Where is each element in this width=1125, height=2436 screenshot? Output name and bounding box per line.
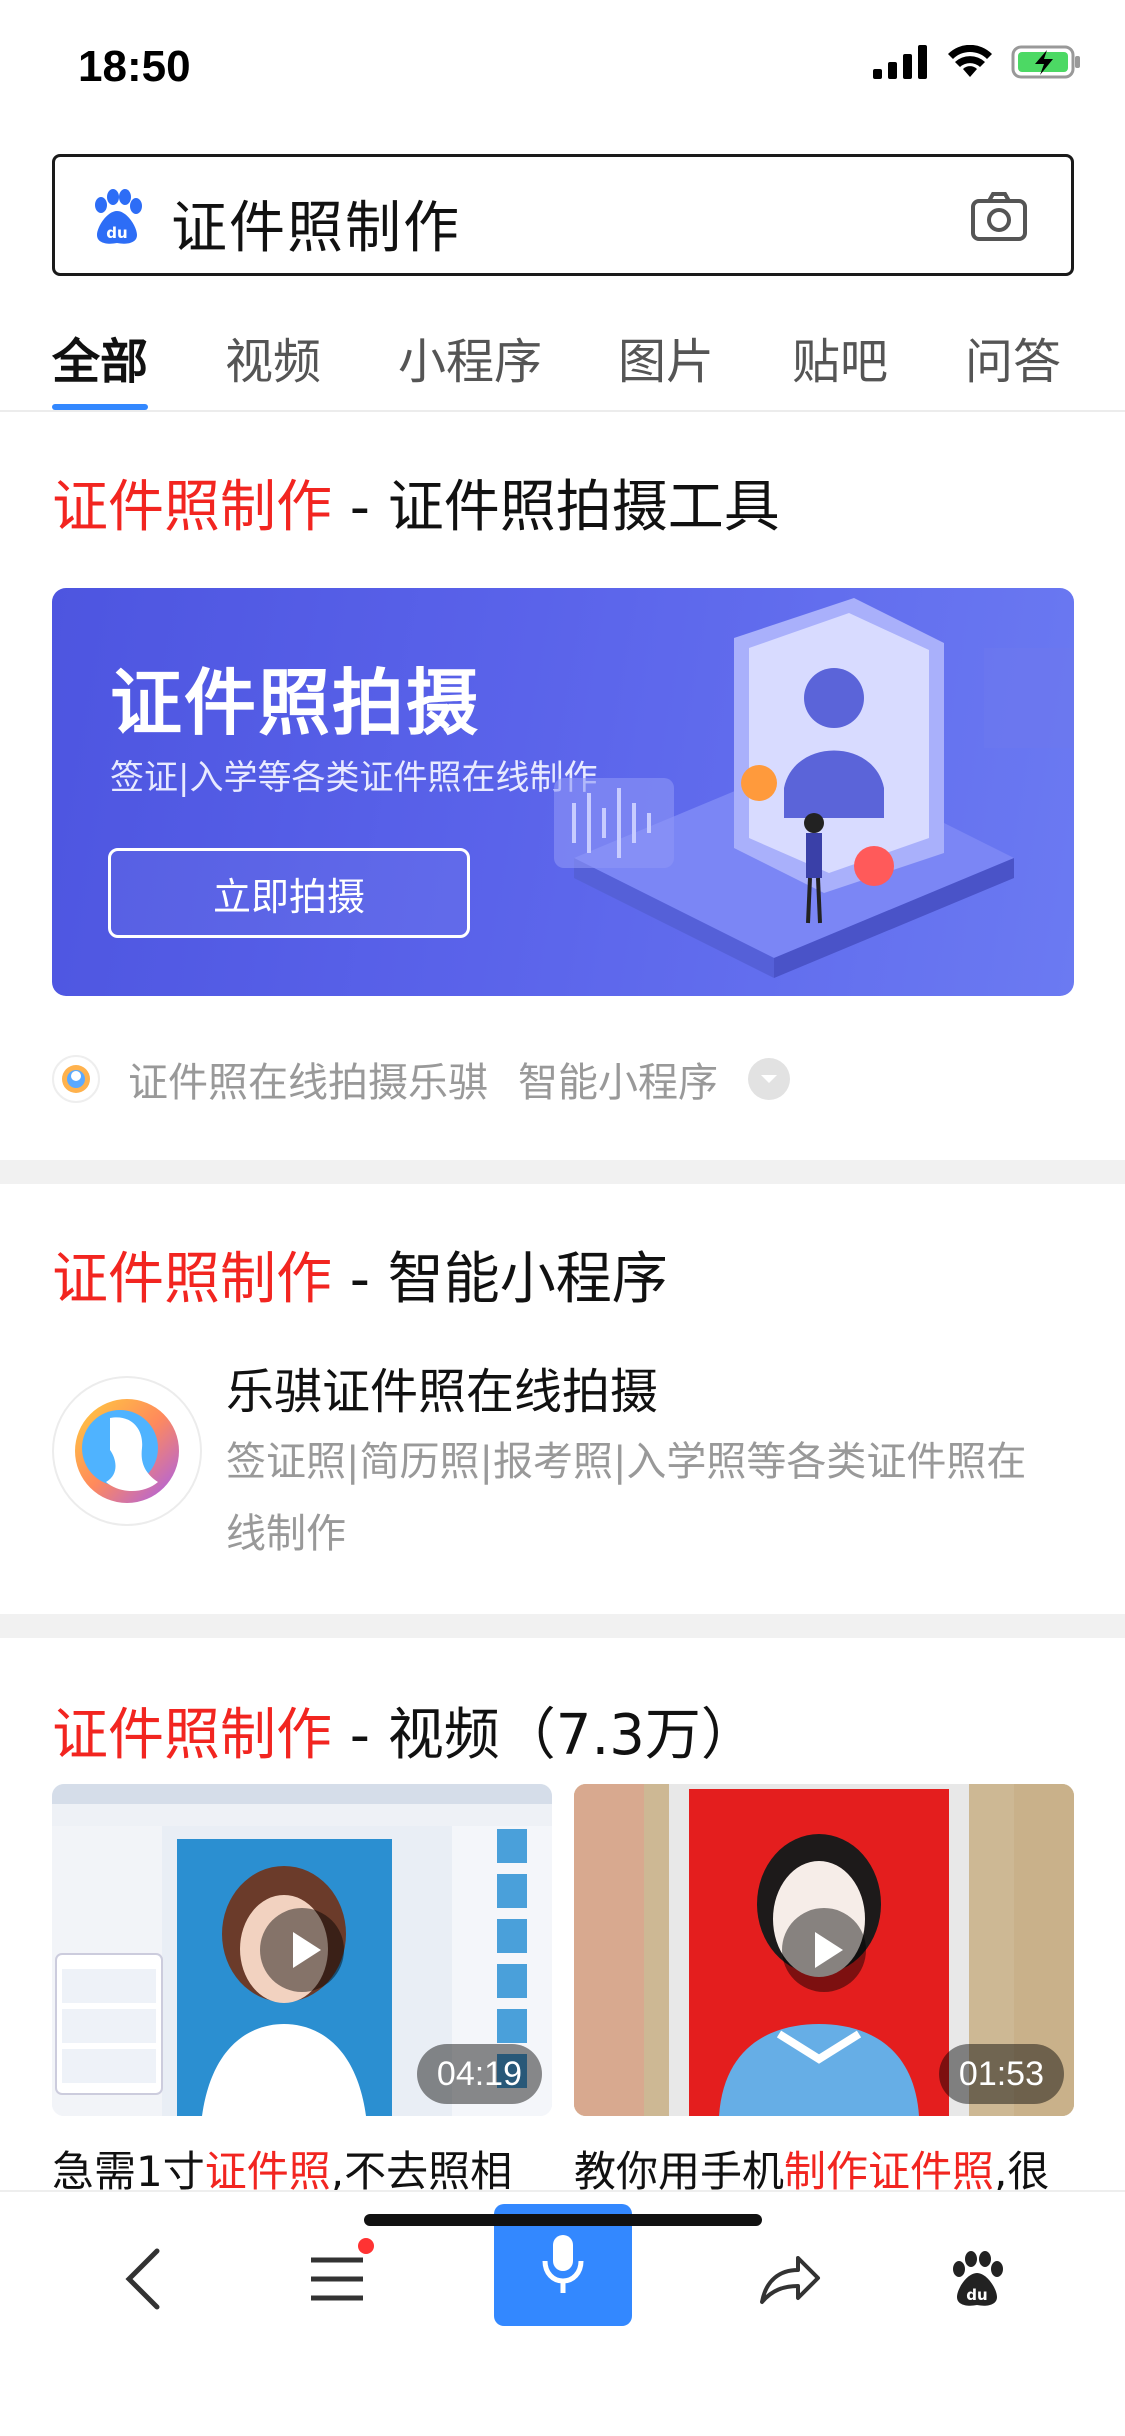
result-title-miniprogram[interactable]: 证件照制作 - 智能小程序 — [52, 1234, 668, 1315]
share-button[interactable] — [744, 2234, 834, 2324]
tab-video[interactable]: 视频 — [225, 322, 321, 392]
title-rest: - 视频（7.3万） — [332, 1703, 757, 1768]
title-highlight: 证件照制作 — [52, 1247, 332, 1312]
caption-text: 急需1寸 — [52, 2147, 205, 2196]
title-rest: - 智能小程序 — [332, 1247, 668, 1312]
tab-images[interactable]: 图片 — [618, 322, 714, 392]
caption-text: 教你用手机 — [574, 2147, 785, 2196]
caption-text: ,不去照相 — [330, 2147, 513, 2196]
camera-icon[interactable] — [969, 189, 1029, 245]
result-title-video[interactable]: 证件照制作 - 视频（7.3万） — [52, 1690, 757, 1771]
phone-illustration — [554, 598, 1074, 978]
title-highlight: 证件照制作 — [52, 475, 332, 540]
menu-icon — [311, 2257, 363, 2301]
search-tabs: 全部 视频 小程序 图片 贴吧 问答 — [0, 300, 1125, 412]
baidu-home-button[interactable]: du — [932, 2234, 1022, 2324]
miniprogram-logo-icon[interactable] — [52, 1376, 202, 1526]
tab-miniprogram[interactable]: 小程序 — [398, 322, 542, 392]
status-time: 18:50 — [78, 42, 191, 91]
promo-banner[interactable]: 证件照拍摄 签证|入学等各类证件照在线制作 立即拍摄 — [52, 588, 1074, 996]
back-arrow-icon — [125, 2248, 160, 2310]
source-name: 证件照在线拍摄乐骐 — [128, 1060, 488, 1106]
video-thumbnail-2[interactable]: 01:53 — [574, 1784, 1074, 2116]
title-highlight: 证件照制作 — [52, 1703, 332, 1768]
microphone-icon — [542, 2235, 584, 2293]
home-indicator[interactable] — [364, 2214, 762, 2226]
miniprogram-description: 签证照|简历照|报考照|入学照等各类证件照在线制作 — [226, 1439, 1027, 1557]
chevron-down-icon[interactable] — [748, 1058, 790, 1100]
share-icon — [760, 2256, 820, 2304]
title-rest: - 证件照拍摄工具 — [332, 475, 780, 540]
tab-qa[interactable]: 问答 — [965, 322, 1061, 392]
caption-highlight: 证件照 — [204, 2147, 331, 2196]
banner-title: 证件照拍摄 — [110, 661, 481, 745]
svg-text:du: du — [106, 224, 127, 242]
play-icon[interactable] — [782, 1908, 866, 1992]
caption-highlight: 制作证件照 — [784, 2147, 995, 2196]
search-box[interactable]: du 证件照制作 — [52, 154, 1074, 276]
baidu-paw-icon: du — [953, 2251, 1003, 2306]
signal-icon — [873, 45, 927, 79]
menu-button[interactable] — [292, 2234, 382, 2324]
status-bar: 18:50 — [0, 0, 1125, 140]
battery-charging-icon — [1011, 45, 1080, 79]
shoot-now-button[interactable]: 立即拍摄 — [108, 848, 470, 938]
play-icon[interactable] — [260, 1908, 344, 1992]
wifi-icon — [948, 45, 992, 77]
bottom-toolbar: du — [0, 2190, 1125, 2436]
result-title-tool[interactable]: 证件照制作 - 证件照拍摄工具 — [52, 462, 780, 543]
source-logo-icon — [52, 1055, 100, 1103]
miniprogram-name[interactable]: 乐骐证件照在线拍摄 — [226, 1352, 658, 1422]
search-input[interactable]: 证件照制作 — [171, 183, 461, 264]
source-row[interactable]: 证件照在线拍摄乐骐 智能小程序 — [52, 1046, 790, 1112]
tab-tieba[interactable]: 贴吧 — [792, 322, 888, 392]
source-type: 智能小程序 — [518, 1060, 718, 1106]
video-duration: 04:19 — [416, 2044, 542, 2104]
tab-all[interactable]: 全部 — [52, 322, 148, 392]
section-divider — [0, 1160, 1125, 1184]
svg-text:du: du — [966, 2286, 987, 2304]
video-thumbnail-1[interactable]: 04:19 — [52, 1784, 552, 2116]
back-button[interactable] — [98, 2234, 188, 2324]
status-icons — [873, 44, 1083, 80]
notification-dot — [358, 2238, 374, 2254]
active-tab-indicator — [52, 404, 148, 410]
section-divider — [0, 1614, 1125, 1638]
caption-text: ,很 — [994, 2147, 1050, 2196]
baidu-paw-icon: du — [95, 189, 142, 244]
video-duration: 01:53 — [938, 2044, 1064, 2104]
